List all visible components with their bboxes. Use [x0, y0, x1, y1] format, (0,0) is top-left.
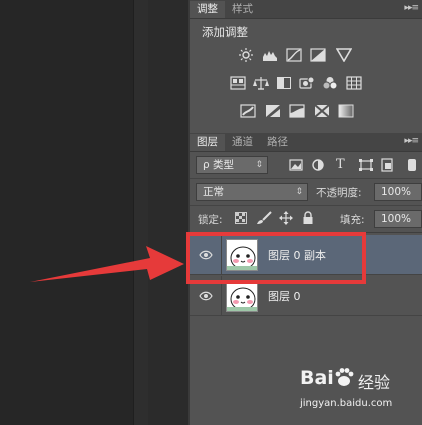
paw-logo-icon	[335, 368, 354, 386]
watermark-brand: Bai	[300, 367, 334, 389]
annotation-highlight-box	[186, 232, 366, 284]
baidu-watermark: Bai 经验 jingyan.baidu.com	[300, 365, 420, 425]
annotation-arrow	[30, 246, 184, 282]
watermark-brand-suffix: 经验	[358, 373, 391, 392]
watermark-url: jingyan.baidu.com	[300, 398, 393, 409]
